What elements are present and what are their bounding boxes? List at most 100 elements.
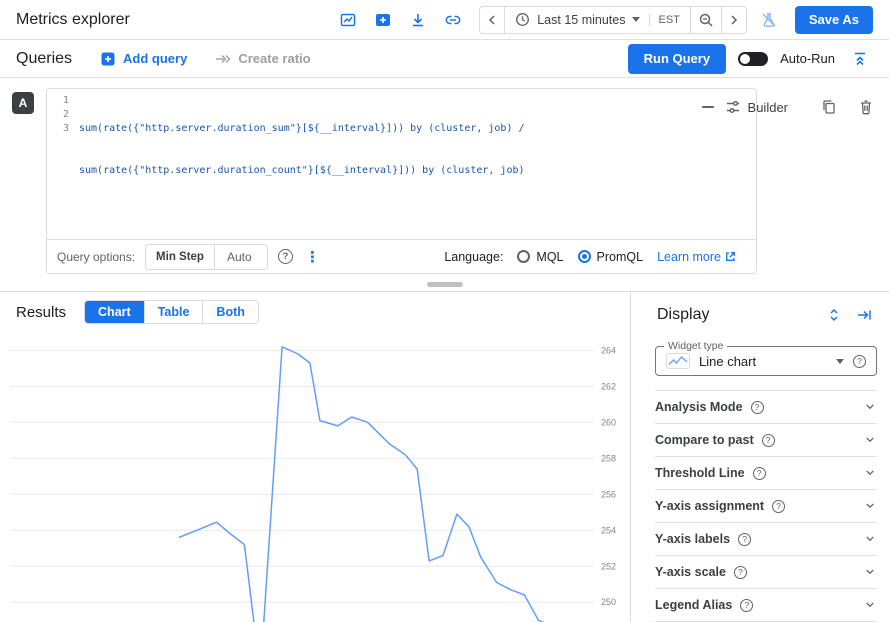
builder-button[interactable]: Builder bbox=[725, 99, 788, 115]
add-to-dashboard-icon bbox=[374, 11, 392, 29]
page-title: Metrics explorer bbox=[16, 11, 130, 29]
display-section-y-axis-labels[interactable]: Y-axis labels ? bbox=[655, 523, 877, 556]
line-number-gutter: 1 2 3 bbox=[47, 94, 79, 234]
widget-type-label: Widget type bbox=[664, 340, 727, 352]
main-content: Results Chart Table Both 246248250252254… bbox=[0, 291, 889, 622]
display-header: Display bbox=[631, 292, 889, 338]
min-step-control[interactable]: Min Step Auto bbox=[145, 244, 268, 270]
chevron-down-icon bbox=[865, 469, 877, 477]
chevron-left-icon bbox=[487, 14, 497, 26]
save-as-button[interactable]: Save As bbox=[795, 6, 873, 34]
help-icon[interactable]: ? bbox=[753, 467, 766, 480]
chart-toggle-button[interactable] bbox=[335, 7, 361, 33]
metrics-line-chart[interactable]: 246248250252254256258260262264UTC-53:42 … bbox=[6, 328, 622, 622]
labs-off-icon bbox=[760, 11, 778, 29]
duplicate-query-button[interactable] bbox=[816, 94, 842, 120]
resize-dash[interactable] bbox=[702, 106, 714, 108]
time-range-controls: Last 15 minutes EST bbox=[479, 6, 747, 34]
external-link-icon bbox=[725, 251, 736, 262]
svg-text:264: 264 bbox=[601, 345, 616, 355]
delete-query-button[interactable] bbox=[853, 94, 879, 120]
widget-type-row: Widget type Line chart ? bbox=[631, 338, 889, 390]
mql-label: MQL bbox=[536, 250, 563, 264]
line-number: 2 bbox=[47, 108, 69, 122]
tune-icon bbox=[725, 99, 741, 115]
collapse-panel-button[interactable] bbox=[851, 302, 877, 328]
toggle-knob bbox=[740, 54, 750, 64]
chevron-down-icon bbox=[865, 403, 877, 411]
time-forward-button[interactable] bbox=[722, 6, 747, 34]
radio-unchecked-icon bbox=[517, 250, 530, 263]
help-icon[interactable]: ? bbox=[738, 533, 751, 546]
help-icon[interactable]: ? bbox=[762, 434, 775, 447]
language-label: Language: bbox=[444, 250, 503, 264]
add-to-dashboard-button[interactable] bbox=[370, 7, 396, 33]
svg-text:262: 262 bbox=[601, 381, 616, 391]
display-title: Display bbox=[657, 306, 709, 324]
results-header: Results Chart Table Both bbox=[0, 292, 630, 328]
svg-text:252: 252 bbox=[601, 561, 616, 571]
help-icon[interactable]: ? bbox=[751, 401, 764, 414]
collapse-queries-button[interactable] bbox=[847, 46, 873, 72]
help-icon[interactable]: ? bbox=[734, 566, 747, 579]
copy-icon bbox=[821, 99, 837, 115]
min-step-help-icon[interactable]: ? bbox=[278, 249, 293, 264]
display-section-y-axis-assignment[interactable]: Y-axis assignment ? bbox=[655, 490, 877, 523]
help-icon[interactable]: ? bbox=[740, 599, 753, 612]
promql-label: PromQL bbox=[597, 250, 644, 264]
app-header: Metrics explorer Last 15 minutes EST bbox=[0, 0, 889, 40]
display-section-analysis-mode[interactable]: Analysis Mode ? bbox=[655, 391, 877, 424]
results-title: Results bbox=[16, 304, 66, 321]
language-option-promql[interactable]: PromQL bbox=[578, 250, 644, 264]
query-editor-card: 1 2 3 sum(rate({"http.server.duration_su… bbox=[46, 88, 757, 274]
chevron-right-icon bbox=[729, 14, 739, 26]
resize-handle[interactable] bbox=[427, 282, 463, 287]
labs-off-button[interactable] bbox=[756, 7, 782, 33]
display-section-y-axis-scale[interactable]: Y-axis scale ? bbox=[655, 556, 877, 589]
add-query-button[interactable]: Add query bbox=[100, 51, 187, 67]
query-options-row: Query options: Min Step Auto ? ⋮ Languag… bbox=[47, 239, 756, 273]
display-header-actions bbox=[821, 302, 877, 328]
display-section-threshold-line[interactable]: Threshold Line ? bbox=[655, 457, 877, 490]
download-button[interactable] bbox=[405, 7, 431, 33]
code-line: sum(rate({"http.server.duration_count"}[… bbox=[79, 164, 756, 178]
unfold-icon bbox=[827, 307, 841, 323]
query-editor-region: A 1 2 3 sum(rate({"http.server.duration_… bbox=[0, 78, 889, 277]
code-line: sum(rate({"http.server.duration_sum"}[${… bbox=[79, 122, 756, 136]
more-options-icon[interactable]: ⋮ bbox=[303, 248, 322, 266]
min-step-value[interactable]: Auto bbox=[215, 245, 267, 269]
expand-all-sections-button[interactable] bbox=[821, 302, 847, 328]
add-query-label: Add query bbox=[123, 51, 187, 66]
min-step-label: Min Step bbox=[146, 245, 215, 269]
chevron-down-icon bbox=[865, 568, 877, 576]
run-query-button[interactable]: Run Query bbox=[628, 44, 726, 74]
time-range-selector[interactable]: Last 15 minutes EST bbox=[504, 6, 691, 34]
create-ratio-button[interactable]: Create ratio bbox=[215, 51, 310, 66]
line-number: 1 bbox=[47, 94, 69, 108]
language-option-mql[interactable]: MQL bbox=[517, 250, 563, 264]
widget-type-help-icon[interactable]: ? bbox=[853, 355, 866, 368]
collapse-queries-icon bbox=[852, 51, 868, 67]
auto-run-toggle[interactable] bbox=[738, 52, 768, 66]
zoom-out-icon bbox=[698, 12, 714, 28]
line-chart-icon bbox=[666, 353, 690, 369]
promql-code-editor[interactable]: 1 2 3 sum(rate({"http.server.duration_su… bbox=[47, 89, 756, 239]
display-section-legend-alias[interactable]: Legend Alias ? bbox=[655, 589, 877, 622]
results-panel: Results Chart Table Both 246248250252254… bbox=[0, 292, 630, 622]
add-query-icon bbox=[100, 51, 116, 67]
panel-resize-strip bbox=[0, 277, 889, 291]
share-link-button[interactable] bbox=[440, 7, 466, 33]
zoom-out-button[interactable] bbox=[691, 6, 722, 34]
download-icon bbox=[409, 11, 427, 29]
tab-chart[interactable]: Chart bbox=[85, 301, 144, 323]
display-section-compare-to-past[interactable]: Compare to past ? bbox=[655, 424, 877, 457]
learn-more-link[interactable]: Learn more bbox=[657, 250, 736, 264]
builder-label: Builder bbox=[748, 100, 788, 115]
tab-both[interactable]: Both bbox=[202, 301, 257, 323]
widget-type-select[interactable]: Widget type Line chart ? bbox=[655, 346, 877, 376]
time-back-button[interactable] bbox=[479, 6, 504, 34]
svg-text:258: 258 bbox=[601, 453, 616, 463]
help-icon[interactable]: ? bbox=[772, 500, 785, 513]
radio-checked-icon bbox=[578, 250, 591, 263]
tab-table[interactable]: Table bbox=[144, 301, 203, 323]
